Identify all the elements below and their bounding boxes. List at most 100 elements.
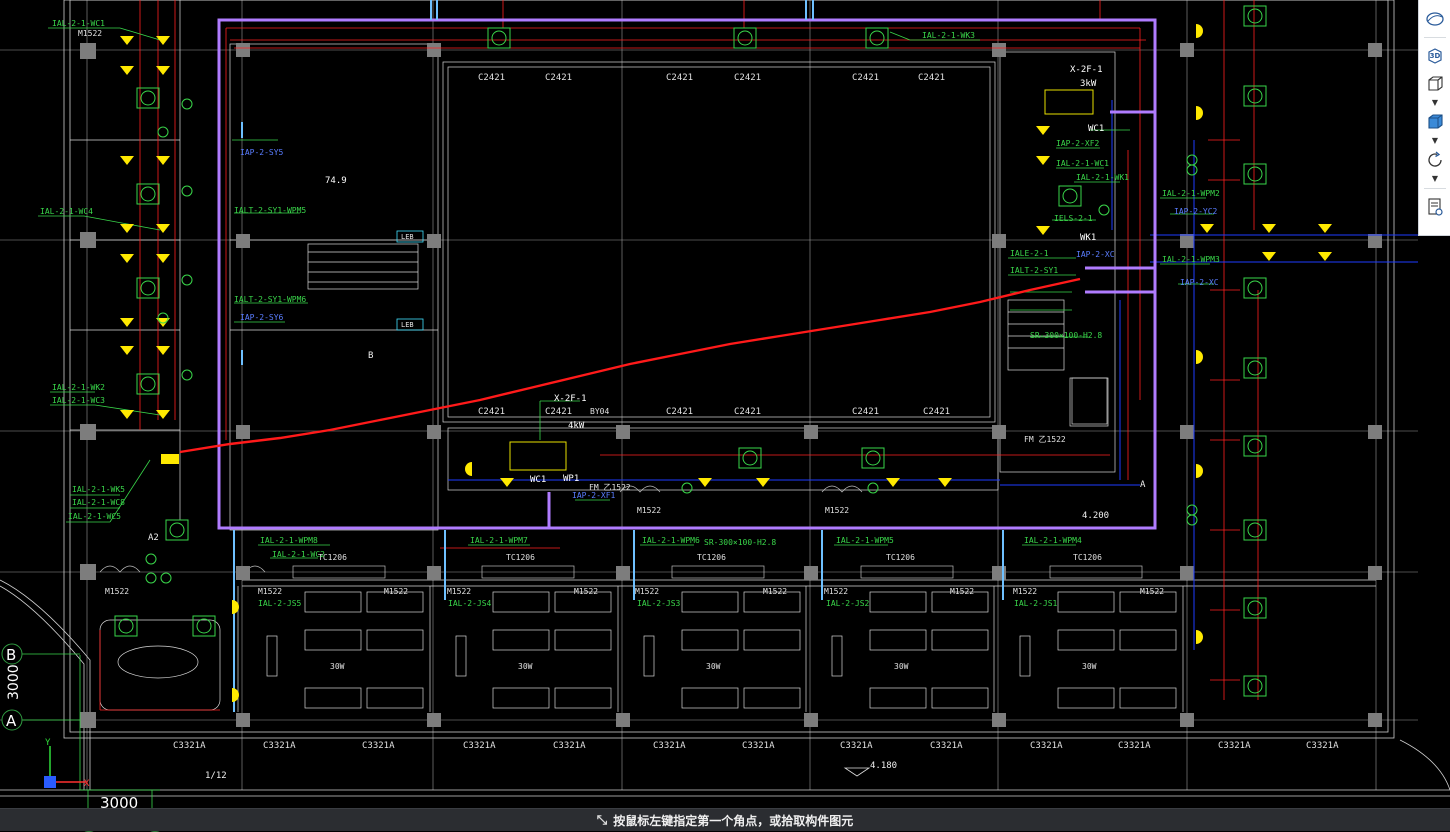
chevron-down-icon[interactable]: ▼: [1432, 175, 1438, 183]
svg-text:C2421: C2421: [923, 407, 950, 417]
svg-text:IALT-2-SY1-WPM5: IALT-2-SY1-WPM5: [234, 206, 306, 215]
svg-text:IAL-2-JS3: IAL-2-JS3: [637, 599, 681, 608]
svg-text:C2421: C2421: [852, 407, 879, 417]
svg-text:IAL-2-1-WK2: IAL-2-1-WK2: [52, 383, 105, 392]
svg-text:TC1206: TC1206: [886, 553, 915, 562]
document-view-button[interactable]: [1422, 194, 1448, 220]
svg-text:30W: 30W: [330, 662, 345, 671]
svg-text:M1522: M1522: [763, 587, 787, 596]
svg-text:IALE-2-1: IALE-2-1: [1010, 249, 1049, 258]
svg-text:C2421: C2421: [545, 407, 572, 417]
svg-text:WK1: WK1: [1080, 233, 1096, 243]
svg-text:4.200: 4.200: [1082, 511, 1109, 521]
svg-text:IAP-2-SY6: IAP-2-SY6: [240, 313, 284, 322]
svg-text:M1522: M1522: [1013, 587, 1037, 596]
svg-text:C3321A: C3321A: [362, 741, 395, 751]
svg-text:IAL-2-1-WPM4: IAL-2-1-WPM4: [1024, 536, 1082, 545]
svg-text:M1522: M1522: [384, 587, 408, 596]
svg-text:C3321A: C3321A: [1306, 741, 1339, 751]
view-3d-label: 3D: [1429, 52, 1441, 60]
svg-text:IAL-2-1-WPM2: IAL-2-1-WPM2: [1162, 189, 1220, 198]
cad-drawing-canvas[interactable]: C2421 C2421 C2421 C2421 C2421 C2421 C242…: [0, 0, 1450, 808]
svg-text:M1522: M1522: [258, 587, 282, 596]
svg-text:C3321A: C3321A: [553, 741, 586, 751]
svg-text:C2421: C2421: [545, 73, 572, 83]
svg-text:X: X: [84, 779, 90, 789]
svg-text:A2: A2: [148, 533, 159, 543]
svg-text:A: A: [6, 712, 17, 730]
svg-text:C2421: C2421: [734, 407, 761, 417]
chevron-down-icon[interactable]: ▼: [1432, 137, 1438, 145]
svg-text:A: A: [1140, 480, 1146, 490]
orbit-icon: [1426, 12, 1444, 26]
svg-text:M1522: M1522: [105, 587, 129, 596]
shaded-cube-icon: [1428, 114, 1443, 129]
svg-text:IAL-2-1-WPM6: IAL-2-1-WPM6: [642, 536, 700, 545]
svg-text:SR-300×100-H2.8: SR-300×100-H2.8: [704, 538, 776, 547]
rotate-button[interactable]: [1422, 147, 1448, 173]
svg-text:SR-300×100-H2.8: SR-300×100-H2.8: [1030, 331, 1102, 340]
svg-text:IALT-2-SY1: IALT-2-SY1: [1010, 266, 1058, 275]
svg-text:LEB: LEB: [401, 233, 414, 241]
toolbar-separator: [1424, 188, 1446, 189]
svg-text:IAL-2-JS5: IAL-2-JS5: [258, 599, 302, 608]
view-3d-button[interactable]: 3D: [1422, 43, 1448, 69]
svg-text:IAL-2-1-WPM7: IAL-2-1-WPM7: [470, 536, 528, 545]
svg-text:4kW: 4kW: [568, 421, 585, 431]
svg-text:IAP-2-XF1: IAP-2-XF1: [572, 491, 616, 500]
svg-text:IAL-2-JS2: IAL-2-JS2: [826, 599, 870, 608]
svg-text:4.180: 4.180: [870, 761, 897, 771]
svg-text:30W: 30W: [1082, 662, 1097, 671]
wireframe-cube-icon: [1428, 76, 1443, 91]
svg-text:IAL-2-1-WPM5: IAL-2-1-WPM5: [836, 536, 894, 545]
svg-text:C2421: C2421: [734, 73, 761, 83]
svg-text:IAL-2-1-WC3: IAL-2-1-WC3: [52, 396, 105, 405]
orbit-button[interactable]: [1422, 6, 1448, 32]
svg-text:IAL-2-1-WC1: IAL-2-1-WC1: [52, 19, 105, 28]
svg-text:B: B: [368, 351, 373, 361]
svg-text:C2421: C2421: [478, 407, 505, 417]
svg-text:IAL-2-1-WK1: IAL-2-1-WK1: [1076, 173, 1129, 182]
svg-text:M1522: M1522: [824, 587, 848, 596]
svg-text:C3321A: C3321A: [653, 741, 686, 751]
svg-text:IAL-2-1-WPM3: IAL-2-1-WPM3: [1162, 255, 1220, 264]
svg-text:M1522: M1522: [78, 29, 102, 38]
svg-text:WC1: WC1: [530, 475, 546, 485]
wireframe-button[interactable]: [1422, 71, 1448, 97]
svg-text:3000: 3000: [100, 794, 138, 808]
svg-text:3kW: 3kW: [1080, 79, 1097, 89]
svg-text:C3321A: C3321A: [1030, 741, 1063, 751]
svg-text:BY04: BY04: [590, 407, 609, 416]
svg-text:M1522: M1522: [1140, 587, 1164, 596]
svg-text:C3321A: C3321A: [840, 741, 873, 751]
svg-text:C2421: C2421: [666, 407, 693, 417]
svg-text:IAL-2-1-WK5: IAL-2-1-WK5: [72, 485, 125, 494]
svg-text:30W: 30W: [706, 662, 721, 671]
svg-text:IAL-2-1-WC4: IAL-2-1-WC4: [40, 207, 93, 216]
command-status-bar: ⤡ 按鼠标左键指定第一个角点，或拾取构件图元: [0, 808, 1450, 831]
svg-text:C2421: C2421: [478, 73, 505, 83]
svg-text:74.9: 74.9: [325, 176, 347, 186]
svg-text:30W: 30W: [518, 662, 533, 671]
svg-text:IAP-2-YC2: IAP-2-YC2: [1174, 207, 1218, 216]
svg-text:IAP-2-XC: IAP-2-XC: [1180, 278, 1219, 287]
svg-text:C2421: C2421: [918, 73, 945, 83]
svg-text:WC1: WC1: [1088, 124, 1104, 134]
svg-text:M1522: M1522: [637, 506, 661, 515]
svg-text:IAL-2-JS4: IAL-2-JS4: [448, 599, 492, 608]
view-toolbar: 3D ▼ ▼ ▼: [1418, 0, 1450, 236]
shaded-view-button[interactable]: [1422, 109, 1448, 135]
svg-text:IAL-2-1-WC8: IAL-2-1-WC8: [72, 498, 125, 507]
svg-text:TC1206: TC1206: [1073, 553, 1102, 562]
floor-plan-drawing[interactable]: C2421 C2421 C2421 C2421 C2421 C2421 C242…: [0, 0, 1450, 808]
svg-text:C3321A: C3321A: [1218, 741, 1251, 751]
command-prompt: 按鼠标左键指定第一个角点，或拾取构件图元: [613, 813, 854, 828]
svg-text:IAP-2-XF2: IAP-2-XF2: [1056, 139, 1100, 148]
chevron-down-icon[interactable]: ▼: [1432, 99, 1438, 107]
svg-text:Y: Y: [45, 738, 51, 748]
svg-text:30W: 30W: [894, 662, 909, 671]
svg-text:IAL-2-1-WC1: IAL-2-1-WC1: [1056, 159, 1109, 168]
svg-text:C3321A: C3321A: [930, 741, 963, 751]
svg-text:C3321A: C3321A: [742, 741, 775, 751]
svg-text:M1522: M1522: [635, 587, 659, 596]
